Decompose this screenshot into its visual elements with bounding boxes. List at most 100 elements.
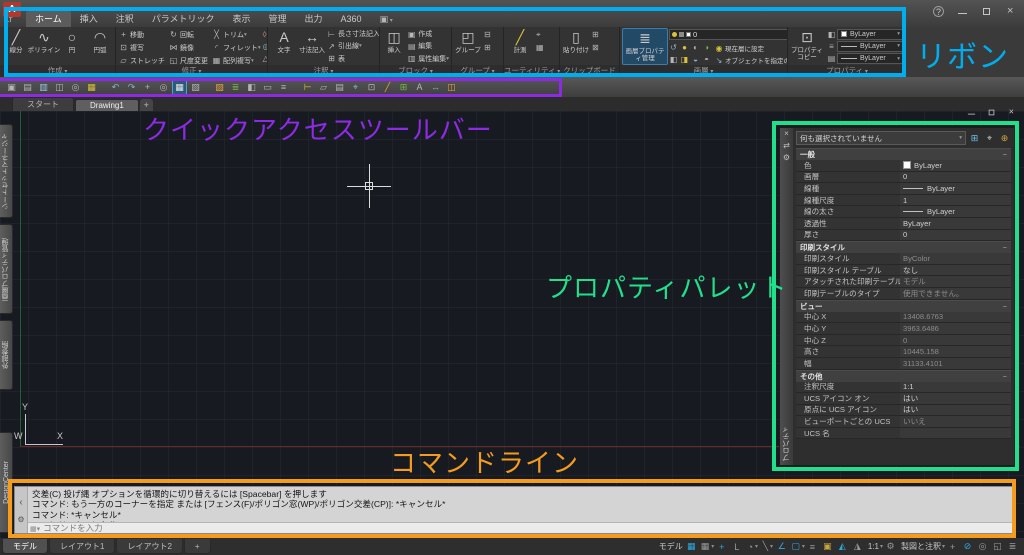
selection-dropdown[interactable]: 何も選択されていません (796, 131, 966, 145)
palette-title-strip[interactable]: × ⇄ ⚙ プロパティ (780, 128, 793, 465)
isodraft-icon[interactable]: ╲ ▾ (761, 540, 774, 553)
doc-close-button[interactable] (1007, 107, 1016, 117)
match-properties-button[interactable]: ⊡ プロパティコピー (790, 28, 824, 65)
preview-icon[interactable]: ◎ (68, 80, 83, 95)
new-drawing-button[interactable]: + (139, 99, 153, 111)
set-current-layer-button[interactable]: ◉ 現在層に設定 (714, 42, 787, 54)
property-value[interactable]: はい (900, 393, 1011, 404)
collapse-icon[interactable] (1003, 150, 1007, 159)
property-value[interactable]: 3963.6486 (900, 323, 1011, 334)
panel-footer-draw[interactable]: 作成 (0, 65, 115, 77)
stretch-button[interactable]: ▱ ストレッチ (118, 54, 165, 65)
panel-footer-block[interactable]: ブロック (380, 65, 451, 77)
ortho-icon[interactable]: L (731, 540, 744, 553)
property-value[interactable]: 1:1 (900, 381, 1011, 393)
property-value[interactable]: 0 (900, 229, 1011, 241)
quick-calc-icon[interactable]: ▦ (536, 41, 544, 54)
section-header-misc[interactable]: その他 (796, 369, 1011, 382)
explode-icon[interactable]: ◎ (263, 40, 267, 52)
workspace-switch[interactable]: 製図と注釈 ▾ (900, 540, 945, 553)
table-icon[interactable]: ⊞ (396, 80, 411, 95)
workspace-gear-icon[interactable]: ⚙ (885, 540, 898, 553)
pickadd-toggle-icon[interactable]: ⊕ (998, 132, 1011, 145)
property-value[interactable]: 1 (900, 194, 1011, 206)
list-icon[interactable]: ▤ (332, 80, 347, 95)
copy-clip-icon[interactable]: ⊞ (592, 28, 599, 41)
property-value[interactable]: ByColor (900, 253, 1011, 264)
color-icon[interactable]: ◧ (244, 80, 259, 95)
fillet-button[interactable]: ◜ フィレット ▾ (211, 41, 261, 54)
table-button[interactable]: ⊞ 表 (326, 53, 379, 65)
osnap-icon[interactable]: ▢ ▾ (791, 540, 805, 553)
text-button[interactable]: A 文字 (270, 28, 298, 65)
print-icon[interactable]: ▥ (36, 80, 51, 95)
property-value[interactable]: いいえ (900, 416, 1011, 427)
external-references-tab[interactable]: 外部参照 (0, 320, 13, 390)
quick-select-icon[interactable]: ⊞ (968, 132, 981, 145)
property-value[interactable]: モデル (900, 276, 1011, 287)
block-edit-button[interactable]: ▤ 編集 (406, 40, 449, 52)
lineweight-dropdown[interactable]: ≡ ByLayer (826, 40, 904, 52)
autoscale-icon[interactable]: ◮ (852, 540, 865, 553)
scale-button[interactable]: ◱ 尺度変更 (168, 54, 208, 65)
layer-select-dropdown[interactable]: 0 (669, 29, 787, 40)
tab-view[interactable]: 表示 (224, 11, 260, 27)
recent-commands-icon[interactable] (19, 497, 22, 508)
layers-icon[interactable]: ≣ (228, 80, 243, 95)
zoom-realtime-icon[interactable]: ◎ (156, 80, 171, 95)
match-icon[interactable]: ⊡ (364, 80, 379, 95)
undo-icon[interactable]: ↶ (108, 80, 123, 95)
grid-icon[interactable]: ▦ (686, 540, 699, 553)
palette-autohide-icon[interactable]: ⇄ (783, 141, 790, 150)
panel-footer-annotate[interactable]: 注釈 (268, 65, 379, 77)
tab-annotate[interactable]: 注釈 (107, 11, 143, 27)
group-edit-icon[interactable]: ⊞ (484, 41, 491, 54)
tab-parametric[interactable]: パラメトリック (143, 11, 224, 27)
layer-tool-icon[interactable]: ◐ (690, 42, 701, 54)
measure-icon[interactable]: ╱ (380, 80, 395, 95)
line-button[interactable]: ╱ 線分 (2, 28, 30, 65)
property-value[interactable]: ByLayer (900, 206, 1011, 217)
app-logo-icon[interactable]: A (3, 2, 21, 17)
move-button[interactable]: + 移動 (118, 28, 165, 41)
array-button[interactable]: ▦ 配列複写 ▾ (211, 54, 261, 65)
id-point-icon[interactable]: ⌖ (348, 80, 363, 95)
lineweight-icon[interactable]: ≡ (807, 540, 820, 553)
customize-icon[interactable]: ≣ (1007, 540, 1020, 553)
polar-tracking-icon[interactable]: ◔ ▾ (746, 540, 759, 553)
property-value[interactable] (900, 427, 1011, 439)
property-value[interactable]: 0 (900, 334, 1011, 346)
featured-apps-icon[interactable] (371, 11, 402, 27)
property-value[interactable]: ByLayer (900, 160, 1011, 171)
clean-screen-icon[interactable]: ◱ (992, 540, 1005, 553)
doc-minimize-button[interactable] (967, 108, 976, 117)
tab-start[interactable]: スタート (12, 97, 74, 111)
tab-drawing1[interactable]: Drawing1 (75, 99, 139, 111)
annotation-visibility-icon[interactable]: ◭ (837, 540, 850, 553)
block-create-button[interactable]: ▣ 作成 (406, 28, 449, 40)
tab-model[interactable]: モデル (2, 539, 48, 554)
property-value[interactable]: 10445.158 (900, 346, 1011, 357)
dim-icon[interactable]: ↔ (428, 80, 443, 95)
window-minimize-button[interactable] (957, 6, 968, 17)
help-icon[interactable] (933, 6, 944, 17)
panel-footer-properties[interactable]: プロパティ (788, 65, 906, 77)
layer-tool-icon[interactable]: ◨ (679, 54, 690, 65)
text-icon[interactable]: A (412, 80, 427, 95)
rotate-button[interactable]: ↻ 回転 (168, 28, 208, 41)
panel-footer-layer[interactable]: 画層 (620, 65, 787, 77)
annotation-monitor-icon[interactable]: + (947, 540, 960, 553)
model-space-label[interactable]: モデル (658, 540, 684, 553)
panel-footer-utility[interactable]: ユーティリティ (504, 65, 559, 77)
window-maximize-button[interactable] (981, 6, 992, 17)
trim-button[interactable]: ╳ トリム ▾ (211, 28, 261, 41)
plotter-icon[interactable]: ◫ (52, 80, 67, 95)
sheet-set-manager-tab[interactable]: シートセットマネージャ (0, 124, 13, 218)
overkill-icon[interactable]: △ (263, 53, 267, 65)
separator[interactable] (292, 80, 299, 95)
erase-icon[interactable]: ◊ (263, 28, 267, 40)
property-value[interactable]: 13408.6763 (900, 311, 1011, 323)
redo-icon[interactable]: ↷ (124, 80, 139, 95)
isolate-objects-icon[interactable]: ◎ (977, 540, 990, 553)
ungroup-icon[interactable]: ⊟ (484, 28, 491, 41)
